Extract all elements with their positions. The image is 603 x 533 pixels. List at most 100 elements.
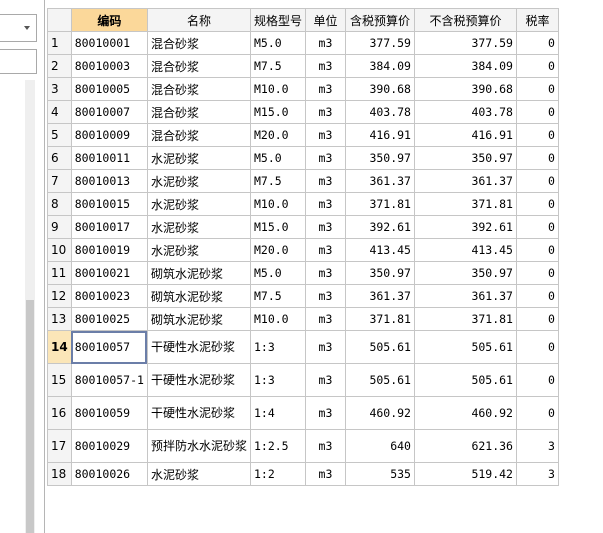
column-header-notax-price[interactable]: 不含税预算价 (413, 8, 517, 32)
spec-cell[interactable]: 1:4 (249, 396, 306, 430)
tax-rate-cell[interactable]: 0 (515, 307, 559, 331)
spec-cell[interactable]: M10.0 (249, 307, 306, 331)
notax-price-cell[interactable]: 361.37 (413, 284, 517, 308)
tax-rate-cell[interactable]: 0 (515, 146, 559, 170)
tax-rate-cell[interactable]: 0 (515, 77, 559, 101)
row-number-cell[interactable]: 18 (47, 462, 72, 486)
code-cell[interactable]: 80010026 (70, 462, 148, 486)
name-cell[interactable]: 水泥砂浆 (146, 146, 251, 170)
name-cell[interactable]: 混合砂浆 (146, 77, 251, 101)
tax-rate-cell[interactable]: 0 (515, 330, 559, 364)
notax-price-cell[interactable]: 390.68 (413, 77, 517, 101)
notax-price-cell[interactable]: 505.61 (413, 363, 517, 397)
code-cell[interactable]: 80010019 (70, 238, 148, 262)
table-row[interactable]: 5 80010009 混合砂浆 M20.0 m3 416.91 416.91 0 (47, 123, 559, 147)
code-cell[interactable]: 80010013 (70, 169, 148, 193)
name-cell[interactable]: 水泥砂浆 (146, 169, 251, 193)
code-cell[interactable]: 80010015 (70, 192, 148, 216)
tax-price-cell[interactable]: 535 (344, 462, 415, 486)
notax-price-cell[interactable]: 350.97 (413, 261, 517, 285)
table-row[interactable]: 3 80010005 混合砂浆 M10.0 m3 390.68 390.68 0 (47, 77, 559, 101)
table-row[interactable]: 7 80010013 水泥砂浆 M7.5 m3 361.37 361.37 0 (47, 169, 559, 193)
notax-price-cell[interactable]: 519.42 (413, 462, 517, 486)
spec-cell[interactable]: M10.0 (249, 77, 306, 101)
name-cell[interactable]: 水泥砂浆 (146, 192, 251, 216)
tax-rate-cell[interactable]: 3 (515, 429, 559, 463)
row-number-cell[interactable]: 12 (47, 284, 72, 308)
spec-cell[interactable]: 1:3 (249, 363, 306, 397)
unit-cell[interactable]: m3 (304, 261, 346, 285)
tax-price-cell[interactable]: 361.37 (344, 169, 415, 193)
unit-cell[interactable]: m3 (304, 330, 346, 364)
table-row[interactable]: 8 80010015 水泥砂浆 M10.0 m3 371.81 371.81 0 (47, 192, 559, 216)
name-cell[interactable]: 水泥砂浆 (146, 462, 251, 486)
row-number-cell[interactable]: 8 (47, 192, 72, 216)
spec-cell[interactable]: M7.5 (249, 54, 306, 78)
code-cell[interactable]: 80010003 (70, 54, 148, 78)
unit-cell[interactable]: m3 (304, 363, 346, 397)
code-cell[interactable]: 80010025 (70, 307, 148, 331)
pane-splitter[interactable] (44, 0, 45, 533)
table-row[interactable]: 10 80010019 水泥砂浆 M20.0 m3 413.45 413.45 0 (47, 238, 559, 262)
code-cell[interactable]: 80010017 (70, 215, 148, 239)
unit-cell[interactable]: m3 (304, 192, 346, 216)
unit-cell[interactable]: m3 (304, 169, 346, 193)
tax-price-cell[interactable]: 350.97 (344, 146, 415, 170)
notax-price-cell[interactable]: 371.81 (413, 192, 517, 216)
column-header-unit[interactable]: 单位 (304, 8, 346, 32)
tax-price-cell[interactable]: 505.61 (344, 330, 415, 364)
notax-price-cell[interactable]: 403.78 (413, 100, 517, 124)
notax-price-cell[interactable]: 392.61 (413, 215, 517, 239)
tax-price-cell[interactable]: 390.68 (344, 77, 415, 101)
unit-cell[interactable]: m3 (304, 123, 346, 147)
table-row[interactable]: 9 80010017 水泥砂浆 M15.0 m3 392.61 392.61 0 (47, 215, 559, 239)
spec-cell[interactable]: M15.0 (249, 215, 306, 239)
notax-price-cell[interactable]: 350.97 (413, 146, 517, 170)
table-row[interactable]: 12 80010023 砌筑水泥砂浆 M7.5 m3 361.37 361.37 0 (47, 284, 559, 308)
tax-rate-cell[interactable]: 0 (515, 54, 559, 78)
table-row[interactable]: 2 80010003 混合砂浆 M7.5 m3 384.09 384.09 0 (47, 54, 559, 78)
unit-cell[interactable]: m3 (304, 100, 346, 124)
notax-price-cell[interactable]: 384.09 (413, 54, 517, 78)
left-scrollbar-thumb[interactable] (26, 300, 34, 533)
notax-price-cell[interactable]: 460.92 (413, 396, 517, 430)
spec-cell[interactable]: 1:2 (249, 462, 306, 486)
unit-cell[interactable]: m3 (304, 54, 346, 78)
notax-price-cell[interactable]: 377.59 (413, 31, 517, 55)
unit-cell[interactable]: m3 (304, 307, 346, 331)
tax-rate-cell[interactable]: 0 (515, 123, 559, 147)
row-number-cell[interactable]: 16 (47, 396, 72, 430)
column-header-tax-price[interactable]: 含税预算价 (344, 8, 415, 32)
notax-price-cell[interactable]: 416.91 (413, 123, 517, 147)
table-row[interactable]: 16 80010059 干硬性水泥砂浆 1:4 m3 460.92 460.92 0 (47, 396, 559, 430)
row-number-cell[interactable]: 13 (47, 307, 72, 331)
table-row[interactable]: 14 80010057 干硬性水泥砂浆 1:3 m3 505.61 505.61 0 (47, 330, 559, 364)
unit-cell[interactable]: m3 (304, 396, 346, 430)
name-cell[interactable]: 混合砂浆 (146, 123, 251, 147)
row-number-cell[interactable]: 17 (47, 429, 72, 463)
notax-price-cell[interactable]: 361.37 (413, 169, 517, 193)
spec-cell[interactable]: 1:3 (249, 330, 306, 364)
code-cell[interactable]: 80010007 (70, 100, 148, 124)
tax-rate-cell[interactable]: 0 (515, 215, 559, 239)
table-row[interactable]: 17 80010029 预拌防水水泥砂浆 1:2.5 m3 640 621.36 3 (47, 429, 559, 463)
row-number-cell[interactable]: 14 (47, 330, 72, 364)
tax-price-cell[interactable]: 416.91 (344, 123, 415, 147)
notax-price-cell[interactable]: 505.61 (413, 330, 517, 364)
spec-cell[interactable]: M20.0 (249, 123, 306, 147)
notax-price-cell[interactable]: 413.45 (413, 238, 517, 262)
tax-rate-cell[interactable]: 0 (515, 284, 559, 308)
unit-cell[interactable]: m3 (304, 146, 346, 170)
column-header-name[interactable]: 名称 (146, 8, 251, 32)
code-cell[interactable]: 80010005 (70, 77, 148, 101)
filter-dropdown[interactable] (0, 14, 37, 42)
name-cell[interactable]: 砌筑水泥砂浆 (146, 261, 251, 285)
column-header-rownum[interactable] (47, 8, 72, 32)
table-row[interactable]: 4 80010007 混合砂浆 M15.0 m3 403.78 403.78 0 (47, 100, 559, 124)
unit-cell[interactable]: m3 (304, 238, 346, 262)
tax-rate-cell[interactable]: 0 (515, 396, 559, 430)
tax-price-cell[interactable]: 350.97 (344, 261, 415, 285)
unit-cell[interactable]: m3 (304, 284, 346, 308)
code-cell[interactable]: 80010057 (70, 330, 148, 364)
spec-cell[interactable]: M5.0 (249, 31, 306, 55)
